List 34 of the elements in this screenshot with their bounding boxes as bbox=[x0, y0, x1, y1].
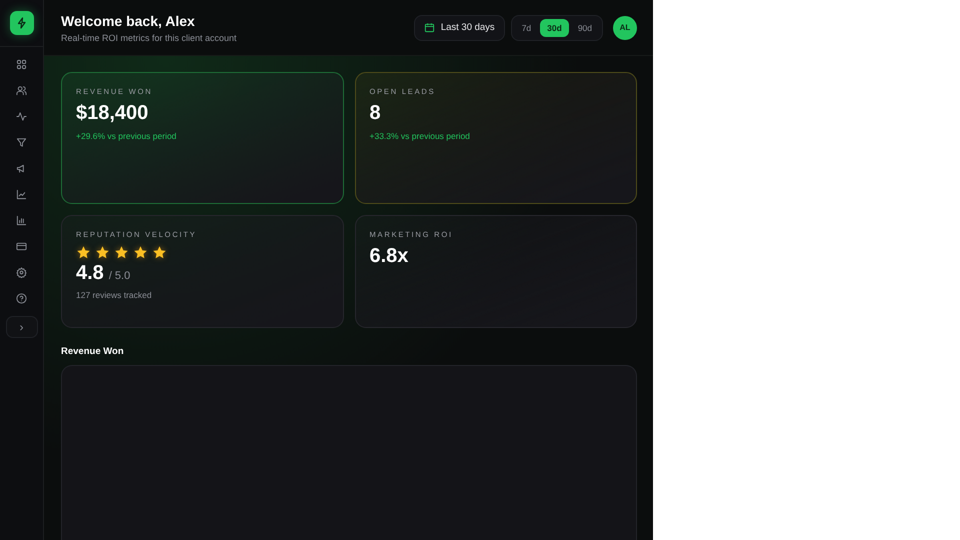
rating-value: 4.8 bbox=[76, 262, 104, 285]
star-icon bbox=[95, 245, 110, 260]
date-range-button[interactable]: Last 30 days bbox=[414, 14, 505, 40]
metric-change: +33.3% vs previous period bbox=[370, 131, 470, 141]
period-tab[interactable]: 90d bbox=[570, 18, 599, 36]
star-icon bbox=[76, 245, 91, 260]
expand-button[interactable]: › bbox=[6, 316, 38, 338]
bar-chart-icon[interactable] bbox=[16, 215, 27, 226]
rating-scale: / 5.0 bbox=[108, 270, 130, 282]
star-icon bbox=[152, 245, 167, 260]
logo-icon[interactable] bbox=[10, 11, 34, 35]
settings-icon[interactable] bbox=[16, 267, 27, 278]
users-icon[interactable] bbox=[16, 85, 27, 96]
star-icon bbox=[114, 245, 129, 260]
page-title: Welcome back, Alex bbox=[61, 12, 196, 28]
reviews-count: 127 reviews tracked bbox=[76, 290, 152, 300]
metric-value: 6.8x bbox=[370, 245, 408, 268]
period-tab[interactable]: 30d bbox=[540, 18, 569, 36]
megaphone-icon[interactable] bbox=[16, 163, 27, 174]
filter-icon[interactable] bbox=[16, 137, 27, 148]
line-chart-icon[interactable] bbox=[16, 189, 27, 200]
metric-value: $18,400 bbox=[76, 102, 148, 125]
card-icon[interactable] bbox=[16, 241, 27, 252]
grid-icon[interactable] bbox=[16, 59, 27, 70]
metric-change: +29.6% vs previous period bbox=[76, 131, 176, 141]
period-tab[interactable]: 7d bbox=[514, 18, 538, 36]
help-icon[interactable] bbox=[16, 293, 27, 304]
section-title: Revenue Won bbox=[61, 346, 125, 357]
page-subtitle: Real-time ROI metrics for this client account bbox=[61, 32, 237, 42]
pulse-icon[interactable] bbox=[16, 111, 27, 122]
user-avatar[interactable]: AL bbox=[613, 16, 637, 40]
star-icon bbox=[133, 245, 148, 260]
calendar-icon bbox=[424, 22, 435, 33]
metric-value: 8 bbox=[370, 102, 381, 125]
